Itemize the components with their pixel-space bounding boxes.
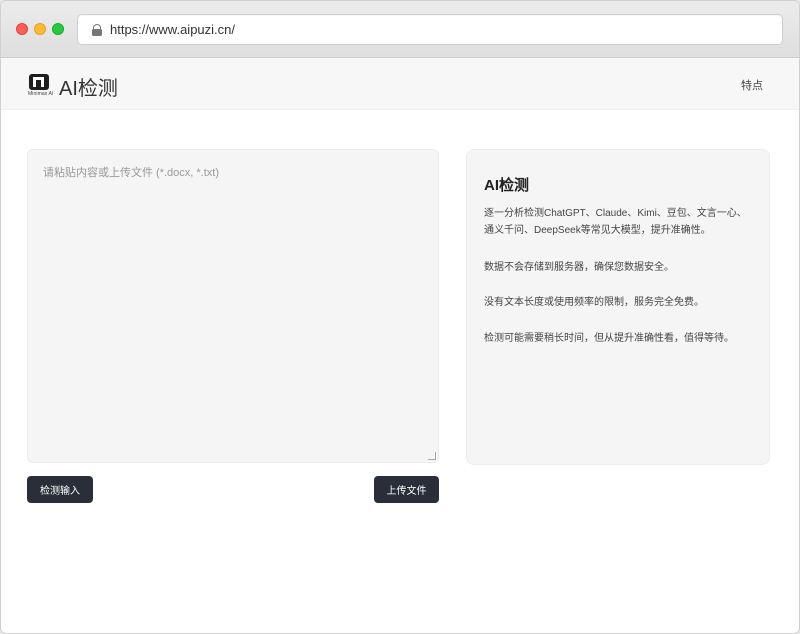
minimize-window-button[interactable] bbox=[34, 23, 46, 35]
info-paragraph: 没有文本长度或使用频率的限制，服务完全免费。 bbox=[484, 297, 704, 308]
browser-titlebar: https://www.aipuzi.cn/ bbox=[1, 1, 799, 58]
info-panel: AI检测 逐一分析检测ChatGPT、Claude、Kimi、豆包、文言一心、通… bbox=[466, 149, 770, 465]
info-paragraph: 逐一分析检测ChatGPT、Claude、Kimi、豆包、文言一心、通义千问、D… bbox=[484, 208, 747, 236]
logo-icon bbox=[29, 74, 49, 90]
site-title: AI检测 bbox=[59, 78, 118, 100]
upload-file-button[interactable]: 上传文件 bbox=[374, 476, 439, 503]
info-title: AI检测 bbox=[484, 177, 530, 194]
url-text[interactable]: https://www.aipuzi.cn/ bbox=[110, 22, 235, 37]
detect-input-button[interactable]: 检测输入 bbox=[27, 476, 93, 503]
nav-features-link[interactable]: 特点 bbox=[741, 77, 763, 93]
logo-text: Minimax AI bbox=[28, 91, 54, 97]
maximize-window-button[interactable] bbox=[52, 23, 64, 35]
browser-window: https://www.aipuzi.cn/ Minimax AI AI检测 特… bbox=[0, 0, 800, 634]
lock-icon bbox=[92, 24, 102, 36]
address-bar[interactable]: https://www.aipuzi.cn/ bbox=[77, 14, 783, 45]
site-header: Minimax AI AI检测 特点 bbox=[1, 58, 799, 110]
close-window-button[interactable] bbox=[16, 23, 28, 35]
text-input-panel bbox=[27, 149, 439, 463]
logo[interactable]: Minimax AI bbox=[28, 74, 53, 97]
resize-handle-icon[interactable] bbox=[428, 452, 436, 460]
content-textarea[interactable] bbox=[28, 150, 438, 462]
info-paragraph: 数据不会存储到服务器，确保您数据安全。 bbox=[484, 262, 674, 273]
info-paragraph: 检测可能需要稍长时间，但从提升准确性看，值得等待。 bbox=[484, 333, 734, 344]
